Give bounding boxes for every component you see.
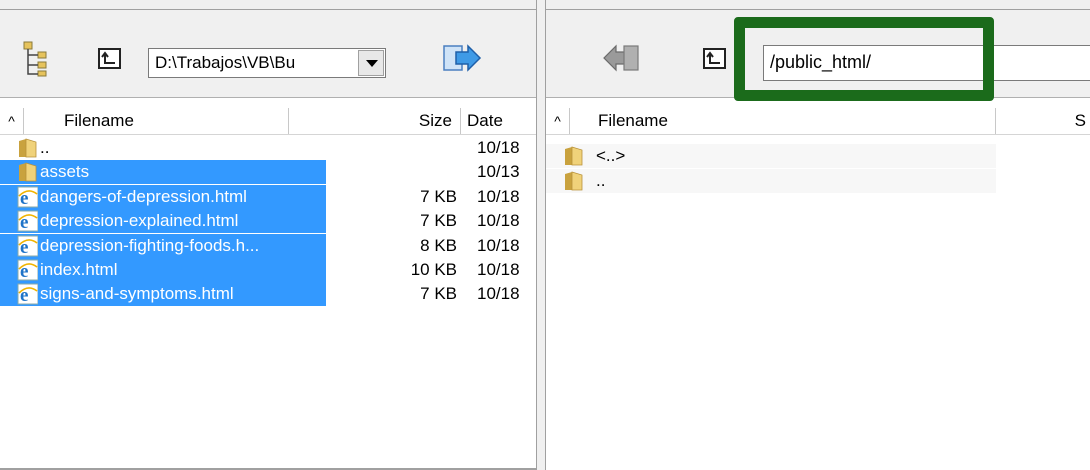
file-row[interactable]: .. [546,168,996,193]
html-file-icon: e [17,210,39,233]
parent-directory-icon[interactable] [97,45,123,71]
file-size: 8 KB [420,235,457,255]
column-header-size[interactable]: S [996,108,1090,134]
file-size: 7 KB [420,284,457,304]
file-name: dangers-of-depression.html [38,184,249,209]
sort-indicator[interactable]: ^ [0,108,24,134]
file-row[interactable]: e depression-fighting-foods.h... 8 KB 10/18 [0,233,536,258]
pane-splitter[interactable] [536,0,546,470]
folder-icon [563,145,585,167]
parent-directory-icon[interactable] [702,45,728,71]
file-date: 10/18 [477,284,520,304]
file-row[interactable]: e index.html 10 KB 10/18 [0,258,536,282]
file-date: 10/13 [477,162,520,182]
html-file-icon: e [17,235,39,258]
chevron-down-icon[interactable] [358,50,384,76]
column-header-size[interactable]: Size [289,108,461,134]
file-name: signs-and-symptoms.html [38,282,236,307]
upload-arrow-icon[interactable] [442,44,482,74]
file-name: depression-explained.html [38,209,241,234]
local-toolbar: D:\Trabajos\VB\Bu [0,0,536,98]
toolbar-divider [0,9,536,10]
local-pane: D:\Trabajos\VB\Bu ^ Filename Size Date .… [0,0,536,470]
local-path-combobox[interactable]: D:\Trabajos\VB\Bu [148,48,386,78]
file-name: .. [596,170,606,190]
column-header-filename[interactable]: Filename [570,108,996,134]
column-header-filename[interactable]: Filename [24,108,289,134]
file-row[interactable]: e depression-explained.html 7 KB 10/18 [0,209,536,234]
file-row[interactable]: .. 10/18 [0,136,536,160]
file-date: 10/18 [477,211,520,231]
file-name: assets [38,160,92,185]
folder-icon [17,137,39,159]
file-row[interactable]: e signs-and-symptoms.html 7 KB 10/18 [0,282,536,307]
folder-icon [17,161,39,183]
file-date: 10/18 [477,235,520,255]
file-name: depression-fighting-foods.h... [38,233,262,258]
toolbar-divider [546,9,1090,10]
file-name: <..> [596,146,626,165]
file-row[interactable]: <..> [546,144,996,168]
html-file-icon: e [17,259,39,282]
file-name: index.html [38,258,120,282]
file-date: 10/18 [477,138,520,157]
html-file-icon: e [17,283,39,306]
file-row[interactable]: e dangers-of-depression.html 7 KB 10/18 [0,184,536,209]
toolbar-separator [0,97,536,98]
local-list-header: ^ Filename Size Date [0,108,536,135]
file-name: .. [40,138,50,157]
file-date: 10/18 [477,186,520,206]
tree-view-icon[interactable] [22,40,58,78]
column-header-date[interactable]: Date [461,108,536,134]
annotation-highlight-box [734,17,994,101]
sort-indicator[interactable]: ^ [546,108,570,134]
file-size: 10 KB [410,260,457,279]
folder-icon [563,170,585,192]
file-size: 7 KB [420,211,457,231]
html-file-icon: e [17,186,39,209]
download-arrow-icon[interactable] [600,44,640,74]
local-path-text: D:\Trabajos\VB\Bu [155,53,296,72]
remote-list-header: ^ Filename S [546,108,1090,135]
file-size: 7 KB [420,186,457,206]
file-row[interactable]: assets 10/13 [0,160,536,185]
file-date: 10/18 [477,260,520,279]
